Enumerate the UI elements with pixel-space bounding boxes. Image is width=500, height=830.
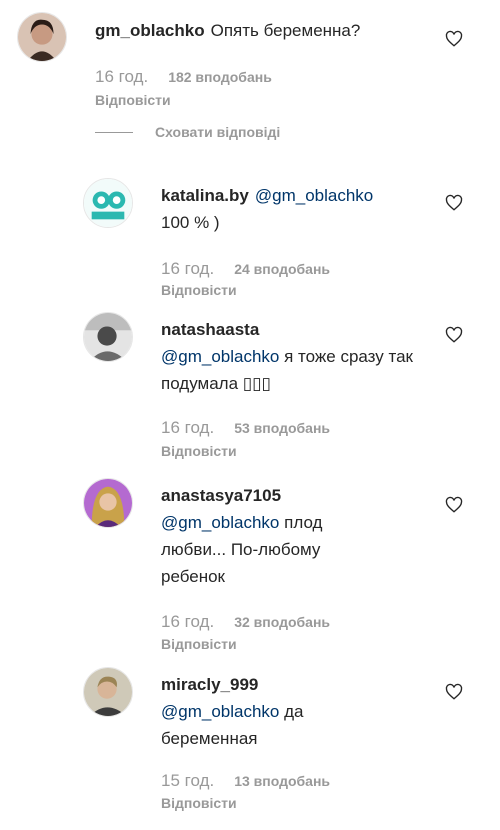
username[interactable]: natashaasta (161, 320, 259, 339)
reply-item: natashaasta @gm_oblachko я тоже сразу та… (0, 306, 500, 466)
like-heart-icon[interactable] (445, 683, 463, 701)
likes-count[interactable]: 13 вподобань (234, 773, 330, 789)
timestamp[interactable]: 16 год. (161, 418, 214, 437)
divider (95, 131, 133, 133)
mention-link[interactable]: @gm_oblachko (161, 347, 279, 366)
timestamp[interactable]: 16 год. (161, 612, 214, 631)
timestamp[interactable]: 15 год. (161, 771, 214, 790)
comment-meta: 15 год. 13 вподобань (161, 771, 330, 791)
reply-item: miracly_999 @gm_oblachko да беременная 1… (0, 663, 500, 830)
mention-link[interactable]: @gm_oblachko (161, 702, 279, 721)
comment-text: natashaasta @gm_oblachko я тоже сразу та… (161, 316, 431, 397)
mention-link[interactable]: @gm_oblachko (255, 186, 373, 205)
likes-count[interactable]: 32 вподобань (234, 614, 330, 630)
mention-link[interactable]: @gm_oblachko (161, 513, 279, 532)
reply-button[interactable]: Відповісти (161, 636, 237, 652)
avatar[interactable] (83, 312, 133, 362)
timestamp[interactable]: 16 год. (161, 259, 214, 278)
comment-meta: 16 год. 53 вподобань (161, 418, 330, 438)
comment-meta: 16 год. 32 вподобань (161, 612, 330, 632)
comment-text: katalina.by @gm_oblachko 100 % ) (161, 182, 431, 236)
comment-text: anastasya7105 @gm_oblachko плод любви...… (161, 482, 386, 590)
timestamp[interactable]: 16 год. (95, 67, 148, 86)
username[interactable]: gm_oblachko (95, 21, 205, 40)
like-heart-icon[interactable] (445, 194, 463, 212)
comment-meta: 16 год. 182 вподобань (95, 67, 272, 87)
hide-replies-label[interactable]: Сховати відповіді (155, 124, 280, 140)
comment-text: miracly_999 @gm_oblachko да беременная (161, 671, 386, 752)
hide-replies-toggle[interactable]: Сховати відповіді (95, 120, 280, 144)
likes-count[interactable]: 182 вподобань (168, 69, 272, 85)
like-heart-icon[interactable] (445, 326, 463, 344)
avatar[interactable] (17, 12, 67, 62)
username[interactable]: katalina.by (161, 186, 249, 205)
likes-count[interactable]: 53 вподобань (234, 420, 330, 436)
likes-count[interactable]: 24 вподобань (234, 261, 330, 277)
comment-body: Опять беременна? (210, 21, 361, 40)
avatar[interactable] (83, 667, 133, 717)
avatar[interactable] (83, 478, 133, 528)
comment-body: 100 % ) (161, 213, 220, 232)
avatar[interactable] (83, 178, 133, 228)
reply-button[interactable]: Відповісти (161, 443, 237, 459)
reply-button[interactable]: Відповісти (161, 282, 237, 298)
reply-item: katalina.by @gm_oblachko 100 % ) 16 год. 2… (0, 170, 500, 310)
like-heart-icon[interactable] (445, 30, 463, 48)
reply-item: anastasya7105 @gm_oblachko плод любви...… (0, 474, 500, 664)
comment-meta: 16 год. 24 вподобань (161, 259, 330, 279)
username[interactable]: miracly_999 (161, 675, 258, 694)
reply-button[interactable]: Відповісти (95, 92, 171, 108)
reply-button[interactable]: Відповісти (161, 795, 237, 811)
username[interactable]: anastasya7105 (161, 486, 281, 505)
like-heart-icon[interactable] (445, 496, 463, 514)
comment-text: gm_oblachko Опять беременна? (95, 17, 435, 44)
comment-item: gm_oblachko Опять беременна? 16 год. 182 в… (0, 0, 500, 120)
